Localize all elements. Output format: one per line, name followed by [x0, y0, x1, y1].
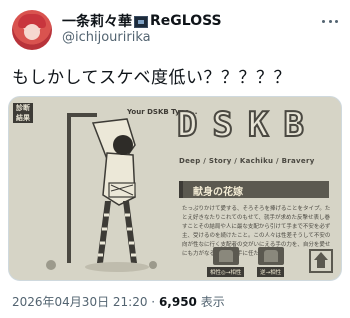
more-options-button[interactable]: [320, 14, 340, 28]
result-title-band: 献身の花嫁: [179, 181, 329, 198]
letter-s: S: [211, 104, 234, 146]
letter-d: D: [176, 104, 199, 146]
timestamp[interactable]: 2026年04月30日 21:20: [12, 295, 147, 309]
flower-mid: [149, 261, 157, 269]
letter-b: B: [282, 104, 305, 146]
compat-bad: 逆→相性: [257, 247, 285, 277]
tweet-media-image[interactable]: 診断 結果 Your DSKB Type... D S K B Deep / S…: [8, 96, 342, 281]
views-label: 表示: [196, 295, 225, 309]
display-name-suffix[interactable]: ReGLOSS: [150, 13, 222, 29]
author-name-row[interactable]: 一条莉々華 ReGLOSS: [62, 11, 222, 31]
compat-bad-label: 逆→相性: [257, 267, 285, 277]
head-shape: [113, 135, 133, 155]
compat-good-label: 相性◎→相性: [207, 267, 245, 277]
avatar-face: [24, 24, 40, 40]
compat-bad-icon: [257, 247, 284, 265]
author-handle[interactable]: @ichijouririka: [62, 30, 151, 45]
dskb-letters: D S K B: [176, 104, 305, 146]
emoji-badge-icon: [134, 16, 148, 28]
dskb-subtitle: Deep / Story / Kachiku / Bravery: [179, 157, 315, 165]
home-icon: [309, 249, 333, 273]
result-title: 献身の花嫁: [193, 187, 243, 198]
flower-left: [46, 260, 56, 270]
tweet-meta: 2026年04月30日 21:20 · 6,950 表示: [12, 293, 225, 310]
dot-icon: [335, 19, 338, 23]
compat-good: 相性◎→相性: [207, 247, 245, 277]
display-name[interactable]: 一条莉々華: [62, 11, 132, 31]
lamp-post: [67, 113, 71, 263]
avatar[interactable]: [12, 10, 52, 50]
dot-icon: [322, 19, 325, 23]
view-count: 6,950: [158, 295, 197, 309]
floor-shadow: [85, 262, 149, 272]
character-illustration: [46, 113, 157, 272]
tweet-text: もしかしてスケベ度低い？？？？？: [12, 68, 291, 88]
lamp-arm: [67, 113, 97, 117]
dot-icon: [328, 19, 332, 23]
meta-separator: ·: [147, 295, 159, 309]
letter-k: K: [247, 104, 270, 146]
compat-good-icon: [212, 247, 239, 265]
